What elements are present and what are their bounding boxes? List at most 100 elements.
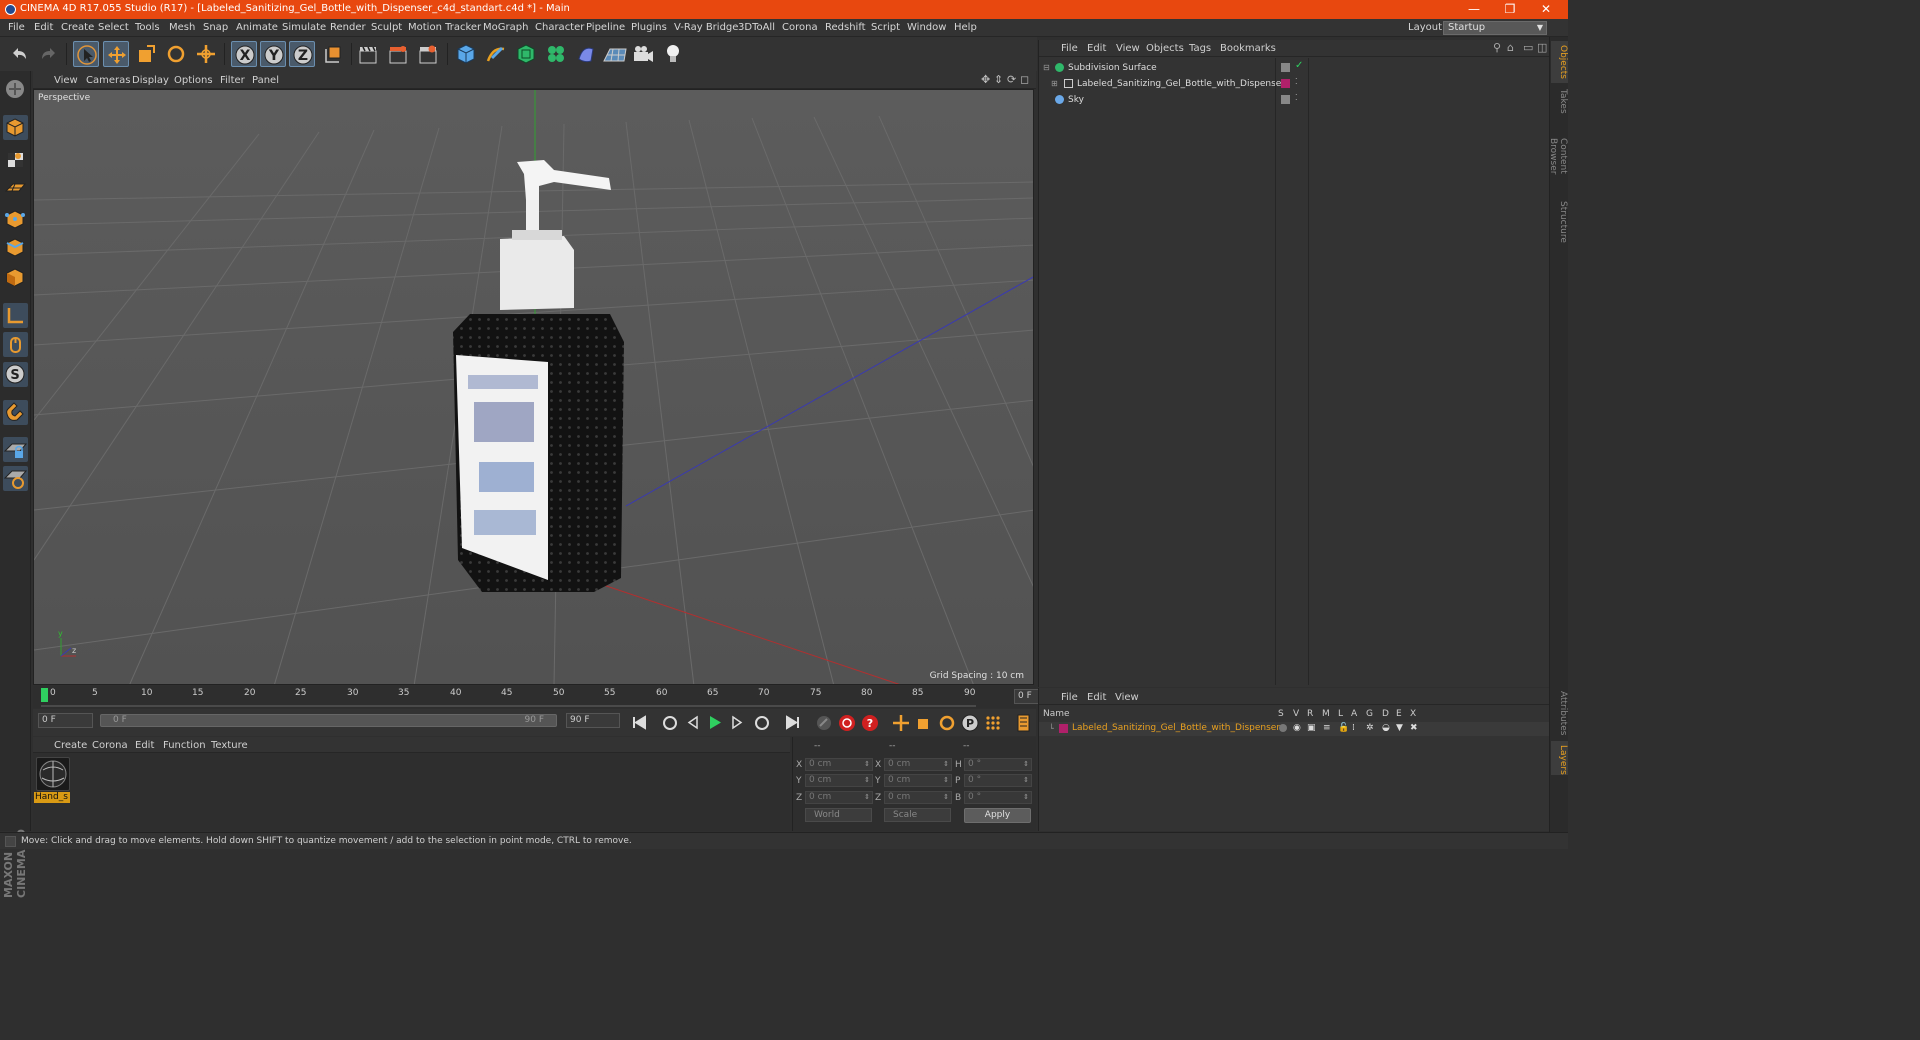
om-menu-bookmarks[interactable]: Bookmarks [1220, 43, 1276, 54]
menu-help[interactable]: Help [954, 22, 977, 33]
layer-color-swatch[interactable] [1281, 79, 1290, 88]
manager-toggle-icon[interactable]: ≡ [1323, 723, 1331, 733]
collapse-toggle-icon[interactable]: ⊟ [1043, 63, 1050, 72]
menu-mograph[interactable]: MoGraph [483, 22, 528, 33]
menu-animate[interactable]: Animate [236, 22, 278, 33]
visibility-dots-icon[interactable]: ⁚ [1295, 93, 1298, 102]
expression-toggle-icon[interactable]: ▼ [1396, 723, 1403, 733]
add-camera-button[interactable] [630, 41, 656, 67]
apply-button[interactable]: Apply [964, 808, 1031, 823]
size-y-field[interactable]: 0 cm ⇕ [884, 774, 952, 787]
home-icon[interactable]: ⌂ [1507, 41, 1514, 54]
viewport-menu-cameras[interactable]: Cameras [86, 75, 130, 86]
column-divider[interactable] [1308, 58, 1309, 685]
material-name-label[interactable]: Hand_s [34, 792, 70, 803]
animation-toggle-icon[interactable]: ⁞ [1352, 723, 1355, 733]
viewport-move-icon[interactable]: ✥ [981, 73, 990, 86]
menu-character[interactable]: Character [535, 22, 584, 33]
menu-file[interactable]: File [8, 22, 25, 33]
layer-color-swatch[interactable] [1059, 724, 1068, 733]
new-window-icon[interactable]: ▭ [1523, 41, 1533, 54]
transform-tool-button[interactable] [193, 41, 219, 67]
previous-key-button[interactable] [659, 712, 680, 733]
timeline-ruler[interactable]: 0 5 10 15 20 25 30 35 40 45 50 55 60 65 … [33, 686, 1066, 708]
material-menu-texture[interactable]: Texture [211, 740, 248, 751]
live-selection-button[interactable] [73, 41, 99, 67]
object-row-sky[interactable]: Sky ⁚ [1039, 92, 1550, 108]
menu-tools[interactable]: Tools [135, 22, 160, 33]
om-menu-objects[interactable]: Objects [1146, 43, 1184, 54]
om-menu-file[interactable]: File [1061, 43, 1078, 54]
tab-attributes[interactable]: Attributes [1551, 687, 1568, 739]
xref-toggle-icon[interactable]: ✖ [1410, 723, 1418, 733]
om-menu-tags[interactable]: Tags [1189, 43, 1211, 54]
menu-pipeline[interactable]: Pipeline [586, 22, 625, 33]
next-key-button[interactable] [751, 712, 772, 733]
frame-range-slider[interactable]: 0 F 90 F [100, 714, 557, 727]
start-frame-field[interactable]: 0 F [38, 713, 93, 728]
minimize-button[interactable]: — [1466, 1, 1482, 17]
play-button[interactable] [704, 712, 725, 733]
menu-motion-tracker[interactable]: Motion Tracker [408, 22, 481, 33]
layer-tag-icon[interactable] [1281, 63, 1290, 72]
key-pla-button[interactable] [982, 712, 1003, 733]
solo-button[interactable]: S [3, 362, 28, 387]
lock-icon[interactable]: 🔓 [1338, 723, 1349, 733]
previous-frame-button[interactable] [682, 712, 703, 733]
lm-menu-edit[interactable]: Edit [1087, 692, 1106, 703]
key-rotation-button[interactable] [936, 712, 957, 733]
menu-snap[interactable]: Snap [203, 22, 228, 33]
texture-mode-button[interactable] [3, 147, 28, 172]
perspective-viewport[interactable]: y z Perspective Grid Spacing : 10 cm [33, 89, 1034, 685]
menu-select[interactable]: Select [98, 22, 129, 33]
add-spline-button[interactable] [483, 41, 509, 67]
object-row-bottle[interactable]: ⊞ Labeled_Sanitizing_Gel_Bottle_with_Dis… [1039, 76, 1550, 92]
coordinate-system-button[interactable] [320, 41, 346, 67]
viewport-menu-view[interactable]: View [54, 75, 78, 86]
tab-structure[interactable]: Structure [1551, 197, 1568, 243]
snap-button[interactable] [3, 400, 28, 425]
tab-takes[interactable]: Takes [1551, 85, 1568, 115]
key-scale-button[interactable] [913, 712, 934, 733]
material-menu-corona[interactable]: Corona [92, 740, 128, 751]
material-menu-function[interactable]: Function [163, 740, 206, 751]
add-cube-button[interactable] [453, 41, 479, 67]
viewport-menu-panel[interactable]: Panel [252, 75, 279, 86]
record-active-objects-button[interactable] [836, 712, 857, 733]
menu-edit[interactable]: Edit [34, 22, 53, 33]
visibility-dots-icon[interactable]: ⁚ [1295, 77, 1298, 86]
material-thumbnail[interactable] [36, 757, 70, 791]
add-scene-object-button[interactable] [601, 41, 627, 67]
viewport-menu-display[interactable]: Display [132, 75, 169, 86]
key-position-button[interactable] [890, 712, 911, 733]
viewport-zoom-icon[interactable]: ⇕ [994, 73, 1003, 86]
render-toggle-icon[interactable]: ▣ [1307, 723, 1316, 733]
maximize-icon[interactable]: ◫ [1537, 41, 1547, 54]
polygons-mode-button[interactable] [3, 265, 28, 290]
layout-select[interactable]: Startup ▼ [1443, 21, 1547, 35]
menu-create[interactable]: Create [61, 22, 94, 33]
generator-toggle-icon[interactable]: ✲ [1366, 723, 1374, 733]
layer-name[interactable]: Labeled_Sanitizing_Gel_Bottle_with_Dispe… [1072, 723, 1280, 733]
object-list[interactable]: ⊟ Subdivision Surface ✓ ⊞ Labeled_Saniti… [1039, 58, 1550, 685]
model-mode-button[interactable] [3, 115, 28, 140]
workplane-mode-button[interactable] [3, 175, 28, 200]
restore-button[interactable]: ❐ [1502, 1, 1518, 17]
goto-start-button[interactable] [629, 712, 650, 733]
goto-end-button[interactable] [782, 712, 803, 733]
z-axis-lock-button[interactable]: Z [289, 41, 315, 67]
size-mode-dropdown[interactable]: Scale [884, 808, 951, 822]
y-axis-lock-button[interactable]: Y [260, 41, 286, 67]
tab-content-browser[interactable]: Content Browser [1548, 117, 1568, 195]
move-tool-button[interactable] [103, 41, 129, 67]
search-icon[interactable]: ⚲ [1493, 41, 1501, 54]
material-menu-edit[interactable]: Edit [135, 740, 154, 751]
lm-menu-view[interactable]: View [1115, 692, 1139, 703]
viewport-rotate-icon[interactable]: ⟳ [1007, 73, 1016, 86]
size-z-field[interactable]: 0 cm ⇕ [884, 791, 952, 804]
record-keys-button[interactable] [813, 712, 834, 733]
make-editable-button[interactable] [3, 77, 28, 102]
undo-button[interactable] [6, 41, 32, 67]
render-settings-button[interactable] [415, 41, 441, 67]
menu-render[interactable]: Render [330, 22, 366, 33]
